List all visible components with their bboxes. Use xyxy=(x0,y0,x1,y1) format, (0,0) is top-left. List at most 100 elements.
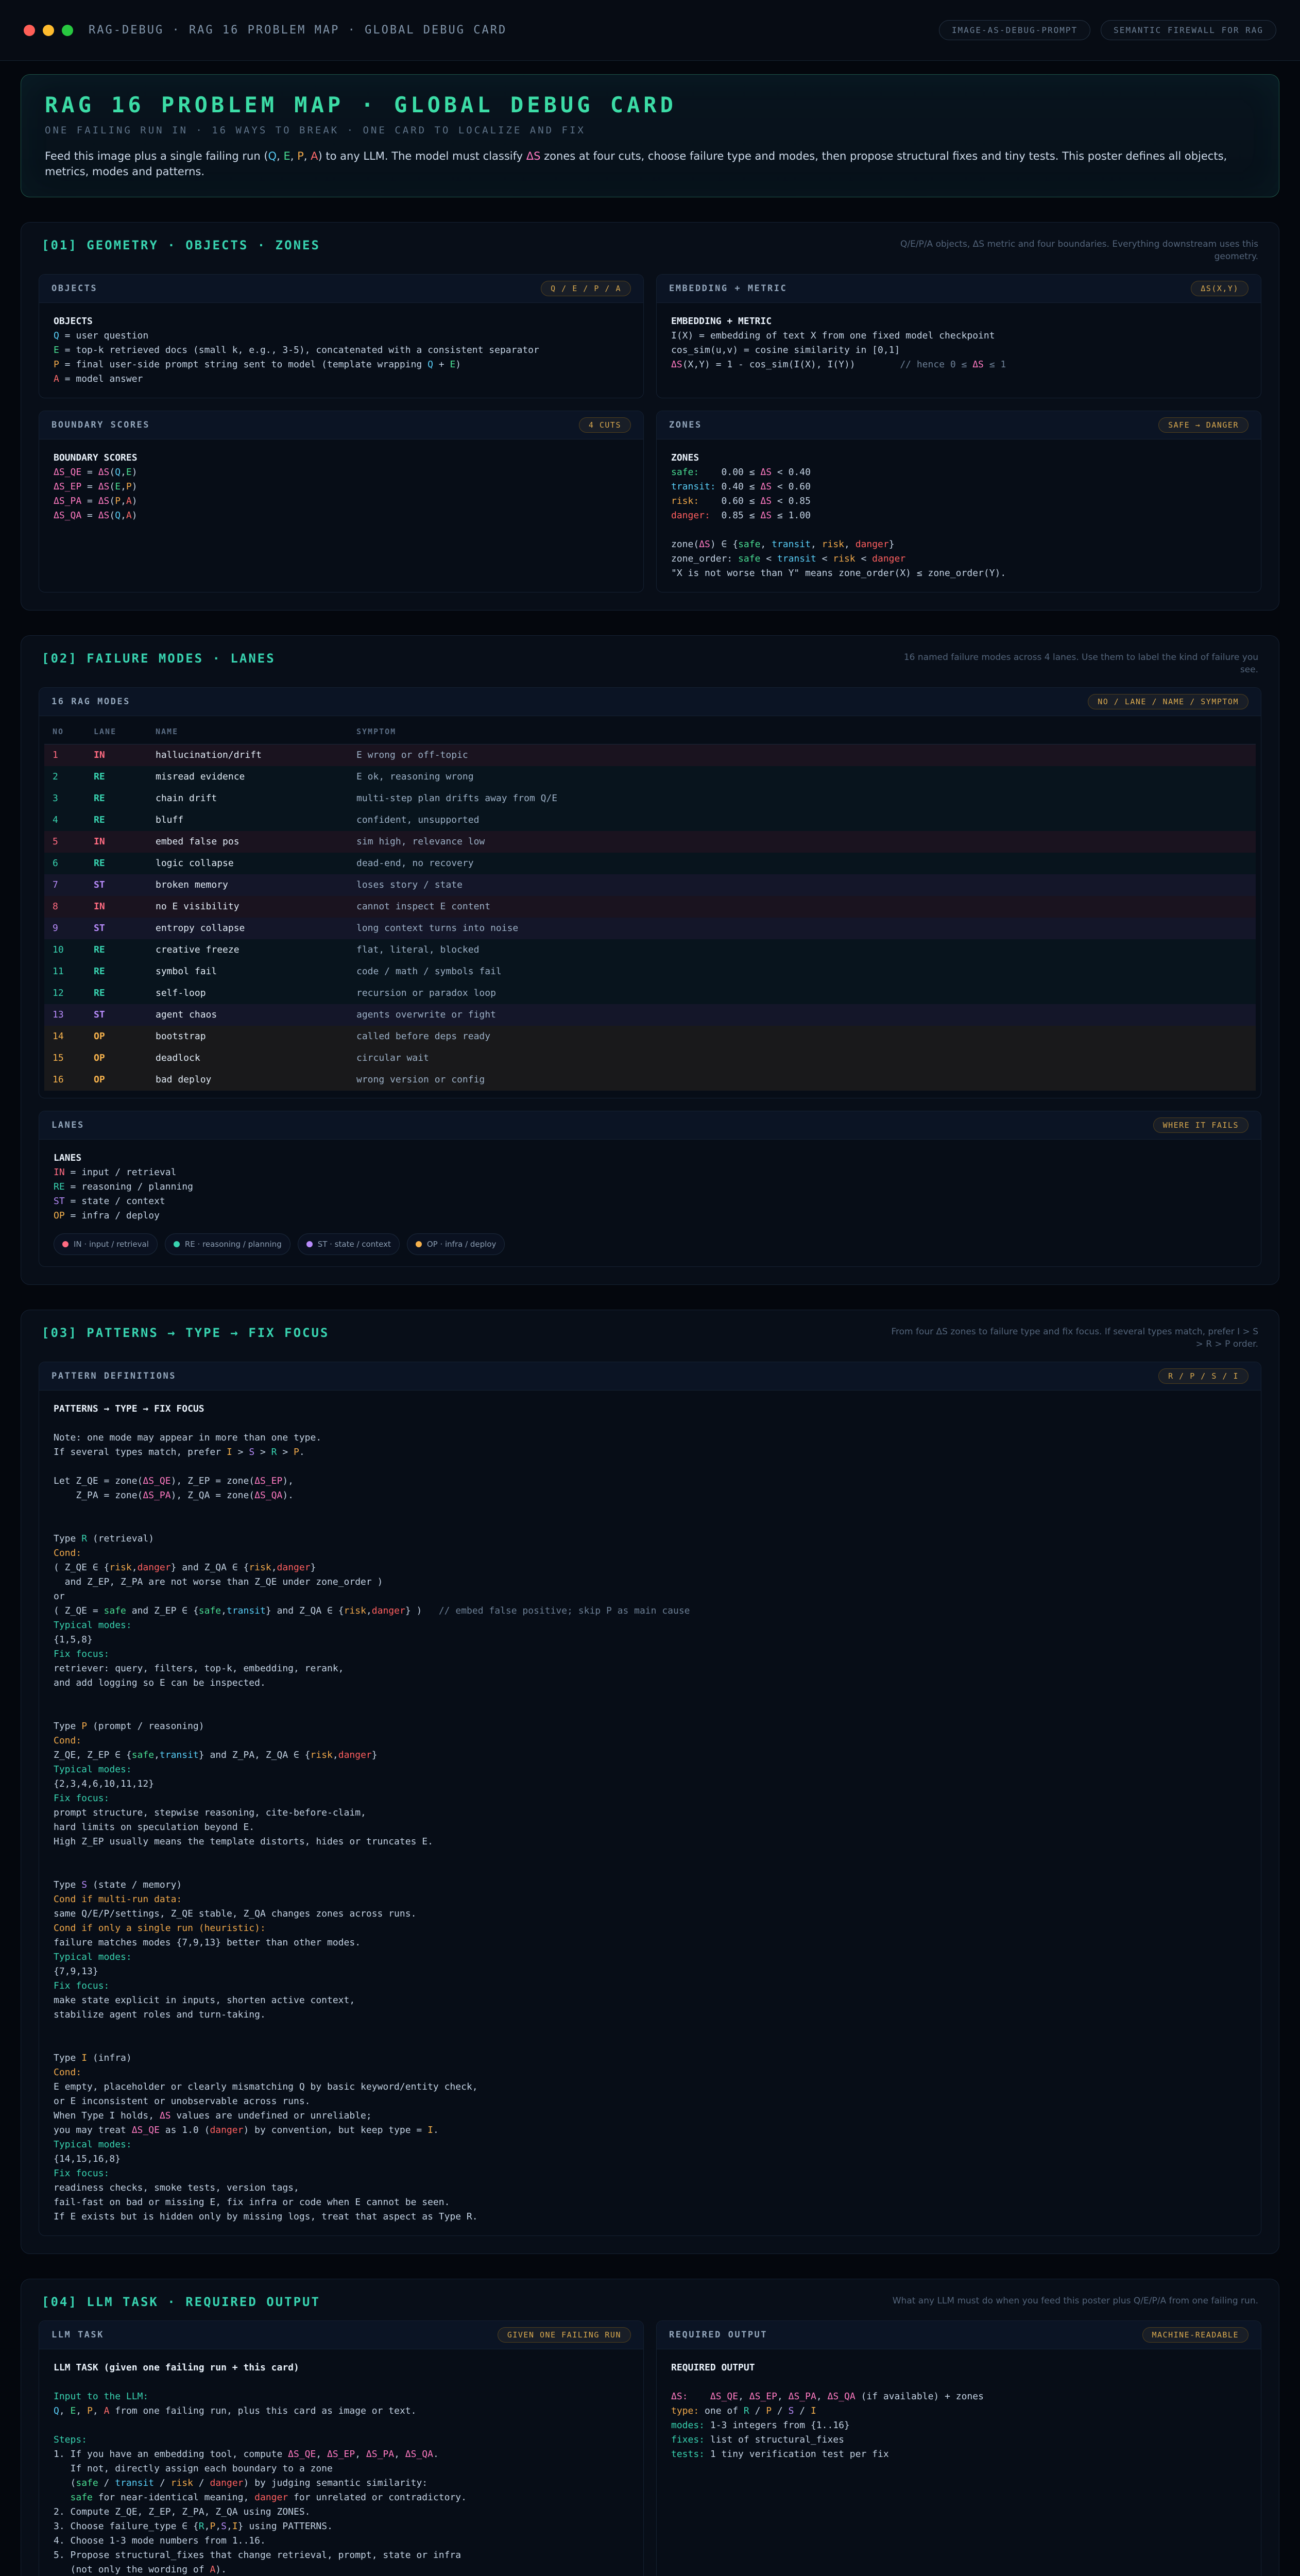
code-line: Z_QE, Z_EP ∈ {safe,transit} and Z_PA, Z_… xyxy=(54,1748,1246,1762)
mode-row: 7STbroken memoryloses story / state xyxy=(44,874,1256,896)
code-line: I(X) = embedding of text X from one fixe… xyxy=(671,329,1246,343)
code-line: zone(ΔS) ∈ {safe, transit, risk, danger} xyxy=(671,537,1246,552)
modes-table-body: 1INhallucination/driftE wrong or off-top… xyxy=(44,744,1256,1091)
mode-row: 13STagent chaosagents overwrite or fight xyxy=(44,1004,1256,1026)
mode-row: 8INno E visibilitycannot inspect E conte… xyxy=(44,896,1256,918)
badge-semantic-firewall: SEMANTIC FIREWALL FOR RAG xyxy=(1101,20,1276,40)
code-line: ΔS(X,Y) = 1 - cos_sim(I(X), I(Y)) // hen… xyxy=(671,358,1246,372)
code-line: If several types match, prefer I > S > R… xyxy=(54,1445,1246,1460)
code-line: tests: 1 tiny verification test per fix xyxy=(671,2447,1246,2462)
code-line xyxy=(54,1705,1246,1719)
code-line: Typical modes: xyxy=(54,1762,1246,1777)
panel-modes-badge: NO / LANE / NAME / SYMPTOM xyxy=(1088,694,1248,709)
code-line: When Type I holds, ΔS values are undefin… xyxy=(54,2109,1246,2123)
code-line: {14,15,16,8} xyxy=(54,2152,1246,2166)
mode-row: 11REsymbol failcode / math / symbols fai… xyxy=(44,961,1256,982)
lane-dot-icon xyxy=(62,1241,69,1247)
page: { "colors": { "accent_teal": "#38d3b0", … xyxy=(0,0,1300,2485)
code-line: ST = state / context xyxy=(54,1194,1246,1209)
code-line: Type R (retrieval) xyxy=(54,1532,1246,1546)
code-line: RE = reasoning / planning xyxy=(54,1180,1246,1194)
lane-legend-chip: OP · infra / deploy xyxy=(407,1233,505,1255)
panel-pattern-definitions: PATTERN DEFINITIONS R / P / S / I PATTER… xyxy=(39,1362,1261,2236)
section-02-header: [02] FAILURE MODES · LANES 16 named fail… xyxy=(39,649,1261,687)
modes-table-header-row: NO LANE NAME SYMPTOM xyxy=(44,719,1256,744)
code-line: Typical modes: xyxy=(54,1950,1246,1964)
titlebar-badges: IMAGE-AS-DEBUG-PROMPT SEMANTIC FIREWALL … xyxy=(939,20,1276,40)
panel-required-output-body: REQUIRED OUTPUT ΔS: ΔS_QE, ΔS_EP, ΔS_PA,… xyxy=(657,2349,1261,2473)
code-line: 3. Choose failure_type ∈ {R,P,S,I} using… xyxy=(54,2519,629,2534)
code-line: Note: one mode may appear in more than o… xyxy=(54,1431,1246,1445)
code-line: fail-fast on bad or missing E, fix infra… xyxy=(54,2195,1246,2210)
code-line xyxy=(671,523,1246,537)
code-line: IN = input / retrieval xyxy=(54,1165,1246,1180)
code-line: Steps: xyxy=(54,2433,629,2447)
code-line: Type S (state / memory) xyxy=(54,1878,1246,1892)
code-line: {7,9,13} xyxy=(54,1964,1246,1979)
section-01-grid: OBJECTS Q / E / P / A OBJECTSQ = user qu… xyxy=(39,274,1261,592)
code-line: {1,5,8} xyxy=(54,1633,1246,1647)
code-line xyxy=(54,2037,1246,2051)
window-titlebar: RAG-DEBUG · RAG 16 PROBLEM MAP · GLOBAL … xyxy=(0,0,1300,61)
code-line: make state explicit in inputs, shorten a… xyxy=(54,1993,1246,2008)
modes-table-head: NO LANE NAME SYMPTOM xyxy=(44,719,1256,744)
section-01-note: Q/E/P/A objects, ΔS metric and four boun… xyxy=(887,238,1258,263)
panel-modes-title: 16 RAG MODES xyxy=(52,697,130,707)
mode-row: 2REmisread evidenceE ok, reasoning wrong xyxy=(44,766,1256,788)
panel-lanes-header: LANES WHERE IT FAILS xyxy=(39,1111,1261,1140)
lane-legend-label: OP · infra / deploy xyxy=(427,1237,497,1251)
section-03-note: From four ΔS zones to failure type and f… xyxy=(887,1326,1258,1350)
code-line: LANES xyxy=(54,1151,1246,1165)
code-line: P = final user-side prompt string sent t… xyxy=(54,358,629,372)
code-line: Cond: xyxy=(54,1546,1246,1561)
panel-required-output-badge: MACHINE-READABLE xyxy=(1142,2327,1249,2343)
mode-row: 9STentropy collapselong context turns in… xyxy=(44,918,1256,939)
code-line: or xyxy=(54,1589,1246,1604)
window-title: RAG-DEBUG · RAG 16 PROBLEM MAP · GLOBAL … xyxy=(89,24,507,37)
code-line: Q, E, P, A from one failing run, plus th… xyxy=(54,2404,629,2418)
code-line: stabilize agent roles and turn-taking. xyxy=(54,2008,1246,2022)
panel-objects-badge: Q / E / P / A xyxy=(541,281,631,296)
code-line: danger: 0.85 ≤ ΔS ≤ 1.00 xyxy=(671,509,1246,523)
mode-row: 15OPdeadlockcircular wait xyxy=(44,1047,1256,1069)
window-minimize-button[interactable] xyxy=(43,25,54,36)
modes-table: NO LANE NAME SYMPTOM 1INhallucination/dr… xyxy=(44,719,1256,1091)
code-line: retriever: query, filters, top-k, embedd… xyxy=(54,1662,1246,1676)
code-line: Cond: xyxy=(54,2065,1246,2080)
panel-patterns-header: PATTERN DEFINITIONS R / P / S / I xyxy=(39,1362,1261,1391)
code-line: or E inconsistent or unobservable across… xyxy=(54,2094,1246,2109)
section-04-grid: LLM TASK GIVEN ONE FAILING RUN LLM TASK … xyxy=(39,2320,1261,2576)
code-line: ΔS_QE = ΔS(Q,E) xyxy=(54,465,629,480)
window-close-button[interactable] xyxy=(24,25,35,36)
code-line xyxy=(54,1517,1246,1532)
panel-modes-body: NO LANE NAME SYMPTOM 1INhallucination/dr… xyxy=(39,716,1261,1098)
panel-embedding-badge: ΔS(X,Y) xyxy=(1191,281,1248,296)
panel-llm-task-badge: GIVEN ONE FAILING RUN xyxy=(498,2327,631,2343)
mode-row: 1INhallucination/driftE wrong or off-top… xyxy=(44,744,1256,767)
code-line: (safe / transit / risk / danger) by judg… xyxy=(54,2476,629,2490)
code-line: 5. Propose structural_fixes that change … xyxy=(54,2548,629,2563)
code-line xyxy=(54,1503,1246,1517)
code-line: Cond: xyxy=(54,1734,1246,1748)
mode-row: 3REchain driftmulti-step plan drifts awa… xyxy=(44,788,1256,809)
lanes-definitions: LANESIN = input / retrievalRE = reasonin… xyxy=(54,1151,1246,1223)
code-line: readiness checks, smoke tests, version t… xyxy=(54,2181,1246,2195)
lane-dot-icon xyxy=(416,1241,422,1247)
page-description: Feed this image plus a single failing ru… xyxy=(45,148,1255,179)
section-04-llm-task: [04] LLM TASK · REQUIRED OUTPUT What any… xyxy=(21,2279,1279,2576)
code-line: "X is not worse than Y" means zone_order… xyxy=(671,566,1246,581)
code-line: 4. Choose 1-3 mode numbers from 1..16. xyxy=(54,2534,629,2548)
code-line: BOUNDARY SCORES xyxy=(54,451,629,465)
code-line: Let Z_QE = zone(ΔS_QE), Z_EP = zone(ΔS_E… xyxy=(54,1474,1246,1488)
lane-legend-label: IN · input / retrieval xyxy=(74,1237,149,1251)
code-line: Cond if only a single run (heuristic): xyxy=(54,1921,1246,1936)
panel-lanes-title: LANES xyxy=(52,1120,84,1130)
panel-objects-body: OBJECTSQ = user questionE = top-k retrie… xyxy=(39,303,643,398)
mode-row: 10REcreative freezeflat, literal, blocke… xyxy=(44,939,1256,961)
code-line: LLM TASK (given one failing run + this c… xyxy=(54,2361,629,2375)
section-01-header: [01] GEOMETRY · OBJECTS · ZONES Q/E/P/A … xyxy=(39,236,1261,274)
panel-llm-task-title: LLM TASK xyxy=(52,2330,104,2340)
panel-llm-task: LLM TASK GIVEN ONE FAILING RUN LLM TASK … xyxy=(39,2320,644,2576)
window-zoom-button[interactable] xyxy=(62,25,73,36)
code-line: type: one of R / P / S / I xyxy=(671,2404,1246,2418)
